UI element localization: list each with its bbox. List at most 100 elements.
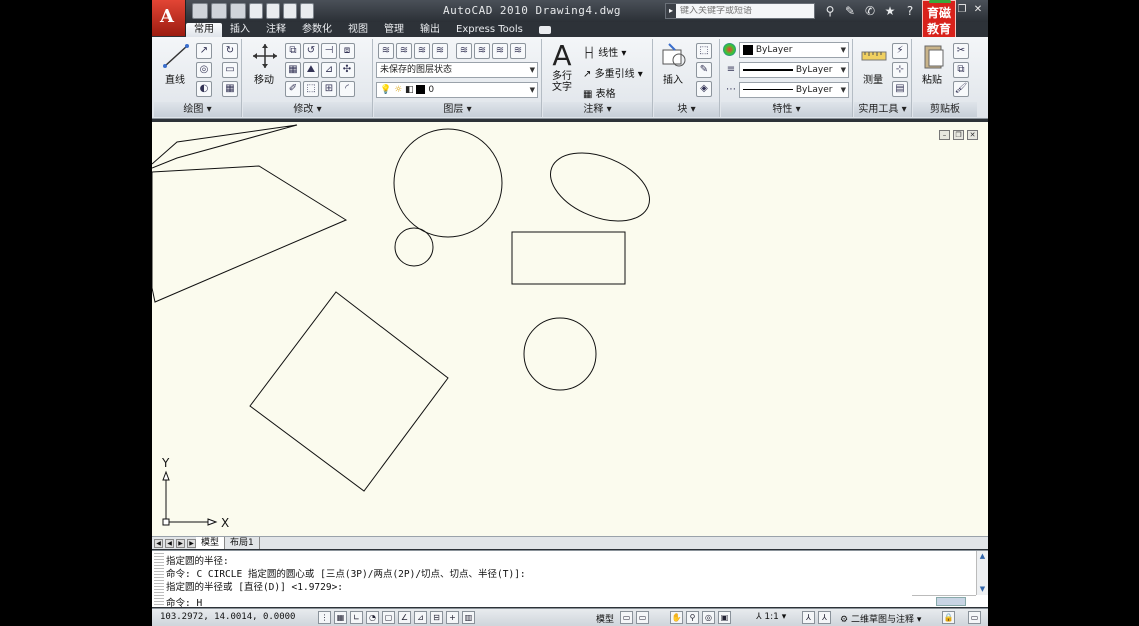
color-wheel-icon[interactable] <box>723 43 736 56</box>
search-expand-icon[interactable]: ▸ <box>666 4 676 18</box>
table-button[interactable]: ▦ 表格 <box>583 85 616 100</box>
panel-modify-title[interactable]: 修改 ▾ <box>243 102 372 117</box>
paste-button[interactable]: 粘贴 <box>915 41 949 86</box>
showmotion-icon[interactable]: ▣ <box>718 611 731 624</box>
trim-icon[interactable]: ⊣ <box>321 43 337 59</box>
fillet-icon[interactable]: ◜ <box>339 81 355 97</box>
hscroll-thumb[interactable] <box>936 597 966 606</box>
circle-icon[interactable]: ◎ <box>196 62 212 78</box>
linetype-icon[interactable]: ⋯ <box>723 83 739 99</box>
search-input[interactable] <box>676 6 806 16</box>
tab-model[interactable]: 模型 <box>196 537 226 549</box>
layer-current-icon[interactable]: ≋ <box>510 43 526 59</box>
explode-icon[interactable]: ✣ <box>339 62 355 78</box>
save-icon[interactable] <box>230 3 246 19</box>
mleader-button[interactable]: ↗ 多重引线 ▾ <box>583 65 643 80</box>
model-space-button[interactable]: 模型 <box>596 612 614 625</box>
application-menu-button[interactable]: A <box>152 0 186 36</box>
grid-display-icon[interactable]: ▦ <box>334 611 347 624</box>
panel-properties-title[interactable]: 特性 ▾ <box>721 102 852 117</box>
layer-lock-icon[interactable]: ≋ <box>492 43 508 59</box>
drawing-canvas[interactable]: Y X – ❐ ✕ <box>152 122 988 536</box>
panel-draw-title[interactable]: 绘图 ▾ <box>154 102 241 117</box>
select-similar-icon[interactable]: ⊹ <box>892 62 908 78</box>
object-snap-tracking-icon[interactable]: ∠ <box>398 611 411 624</box>
object-snap-icon[interactable]: ▢ <box>382 611 395 624</box>
panel-clipboard-title[interactable]: 剪贴板 <box>913 102 977 117</box>
polygon-pentagon[interactable] <box>152 165 348 303</box>
auto-scale-icon[interactable]: ⅄ <box>818 611 831 624</box>
prev-layout-icon[interactable]: ◀ <box>165 538 174 548</box>
doc-minimize-icon[interactable]: – <box>939 130 950 140</box>
linear-dim-button[interactable]: ├┤ 线性 ▾ <box>583 44 626 59</box>
insert-block-button[interactable]: 插入 <box>656 41 690 86</box>
rotate-object-icon[interactable]: ↺ <box>303 43 319 59</box>
doc-restore-icon[interactable]: ❐ <box>953 130 964 140</box>
rectangle-icon[interactable]: ▭ <box>222 62 238 78</box>
line-button[interactable]: 直线 <box>158 41 192 86</box>
tab-annotate[interactable]: 注释 <box>258 23 294 37</box>
redo-icon[interactable] <box>266 3 280 19</box>
dynamic-input-icon[interactable]: ⊟ <box>430 611 443 624</box>
polar-tracking-icon[interactable]: ◔ <box>366 611 379 624</box>
annotation-visibility-icon[interactable]: ⅄ <box>802 611 815 624</box>
linetype-select[interactable]: ByLayer ▼ <box>739 82 849 98</box>
lineweight-toggle-icon[interactable]: + <box>446 611 459 624</box>
layer-properties-icon[interactable]: ≋ <box>378 43 394 59</box>
hatch-icon[interactable]: ▦ <box>222 81 238 97</box>
tab-manage[interactable]: 管理 <box>376 23 412 37</box>
ellipse[interactable] <box>541 140 660 235</box>
tab-view[interactable]: 视图 <box>340 23 376 37</box>
create-block-icon[interactable]: ⬚ <box>696 43 712 59</box>
panel-block-title[interactable]: 块 ▾ <box>654 102 719 117</box>
dynamic-ucs-icon[interactable]: ⊿ <box>414 611 427 624</box>
snap-mode-icon[interactable]: ⋮ <box>318 611 331 624</box>
favorites-star-icon[interactable]: ★ <box>883 3 897 19</box>
undo-icon[interactable] <box>249 3 263 19</box>
quick-view-drawings-icon[interactable]: ▭ <box>636 611 649 624</box>
rectangle[interactable] <box>511 231 626 285</box>
close-icon[interactable]: ✕ <box>972 4 984 16</box>
tab-home[interactable]: 常用 <box>186 23 222 37</box>
doc-close-icon[interactable]: ✕ <box>967 130 978 140</box>
copy-icon[interactable]: ⧉ <box>285 43 301 59</box>
rotate-icon[interactable]: ↻ <box>222 43 238 59</box>
workspace-switch[interactable]: ⚙ 二维草图与注释 ▾ <box>840 612 921 625</box>
circle-small[interactable] <box>394 227 434 267</box>
copy-clip-icon[interactable]: ⧉ <box>953 62 969 78</box>
block-attribute-icon[interactable]: ◈ <box>696 81 712 97</box>
lineweight-select[interactable]: ByLayer ▼ <box>739 62 849 78</box>
minimize-icon[interactable]: – <box>940 4 952 16</box>
plot-icon[interactable] <box>283 3 297 19</box>
clean-screen-icon[interactable]: ▭ <box>968 611 981 624</box>
layer-freeze-icon[interactable]: ≋ <box>456 43 472 59</box>
tab-insert[interactable]: 插入 <box>222 23 258 37</box>
toolbar-lock-icon[interactable]: 🔒 <box>942 611 955 624</box>
command-scrollbar[interactable]: ▲ ▼ <box>976 551 988 595</box>
circle-medium[interactable] <box>523 317 597 391</box>
tab-express-tools[interactable]: Express Tools <box>448 23 531 37</box>
zoom-icon[interactable]: ⚲ <box>686 611 699 624</box>
square-rotated[interactable] <box>249 291 449 492</box>
array-grid-icon[interactable]: ⊞ <box>321 81 337 97</box>
layer-match-icon[interactable]: ≋ <box>414 43 430 59</box>
command-window-grip[interactable] <box>154 553 164 605</box>
color-select[interactable]: ByLayer ▼ <box>739 42 849 58</box>
layer-prev-icon[interactable]: ≋ <box>396 43 412 59</box>
tab-parametric[interactable]: 参数化 <box>294 23 340 37</box>
drawing-svg[interactable]: Y X <box>152 122 988 536</box>
layer-off-icon[interactable]: ≋ <box>474 43 490 59</box>
lineweight-icon[interactable]: ≡ <box>723 63 739 79</box>
tab-output[interactable]: 输出 <box>412 23 448 37</box>
steeringwheel-icon[interactable]: ◎ <box>702 611 715 624</box>
coordinate-readout[interactable]: 103.2972, 14.0014, 0.0000 <box>160 612 295 622</box>
qat-dropdown-icon[interactable] <box>300 3 314 19</box>
offset-icon[interactable]: ⧈ <box>339 43 355 59</box>
subscription-icon[interactable]: ✎ <box>843 3 857 19</box>
quick-select-icon[interactable]: ⚡ <box>892 43 908 59</box>
measure-button[interactable]: 测量 <box>856 41 890 86</box>
ortho-mode-icon[interactable]: ∟ <box>350 611 363 624</box>
mirror-icon[interactable]: ⊿ <box>321 62 337 78</box>
mtext-button[interactable]: A 多行 文字 <box>545 41 579 94</box>
array-icon[interactable]: ▦ <box>285 62 301 78</box>
